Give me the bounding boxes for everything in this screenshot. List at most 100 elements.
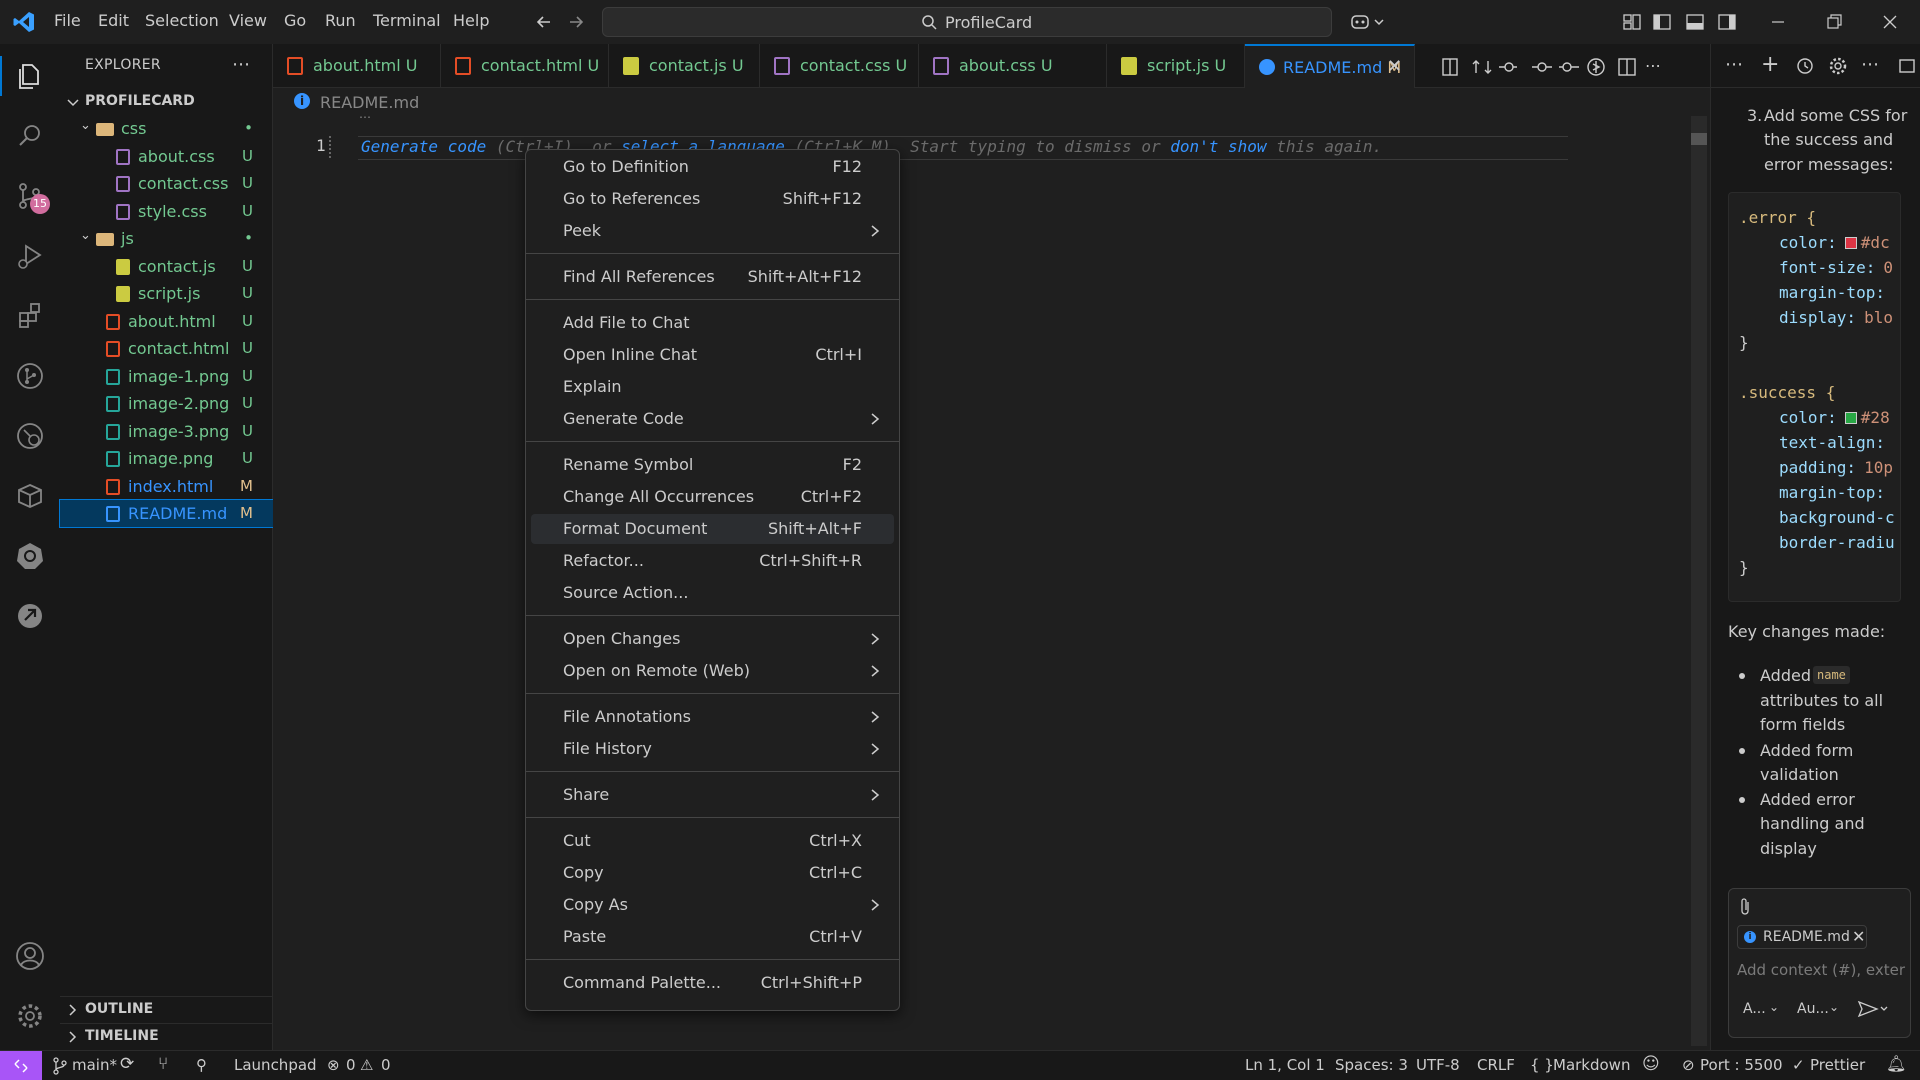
file-item[interactable]: contact.js U bbox=[60, 253, 273, 280]
context-chip[interactable]: i README.md ✕ bbox=[1737, 925, 1867, 949]
menu-item[interactable]: Open on Remote (Web) bbox=[531, 656, 894, 686]
editor-tab[interactable]: about.html U bbox=[273, 44, 441, 88]
package-icon[interactable] bbox=[14, 480, 46, 512]
menu-item[interactable]: Peek bbox=[531, 216, 894, 246]
file-item[interactable]: image.png U bbox=[60, 445, 273, 472]
notifications-bell-icon[interactable]: 🔔︎ bbox=[1886, 1054, 1906, 1073]
mode-picker[interactable]: A... bbox=[1743, 1001, 1766, 1017]
menu-item[interactable]: Source Action... bbox=[531, 578, 894, 608]
new-chat-icon[interactable]: + bbox=[1761, 52, 1779, 77]
attach-icon[interactable] bbox=[1737, 897, 1753, 917]
menu-item[interactable]: Add File to Chat bbox=[531, 308, 894, 338]
remote-explorer-icon[interactable] bbox=[14, 420, 46, 452]
file-item[interactable]: README.md M bbox=[59, 499, 274, 528]
editor-tab[interactable]: about.css U bbox=[919, 44, 1107, 88]
file-item[interactable]: about.css U bbox=[60, 143, 273, 170]
menu-item[interactable]: Go to Definition F12 bbox=[531, 152, 894, 182]
run-debug-icon[interactable] bbox=[14, 240, 46, 272]
project-root[interactable]: PROFILECARD bbox=[60, 88, 273, 115]
live-share-icon[interactable] bbox=[14, 600, 46, 632]
breadcrumb-more-icon[interactable]: ⋯ bbox=[359, 110, 371, 124]
menu-item[interactable]: Cut Ctrl+X bbox=[531, 826, 894, 856]
remote-indicator[interactable] bbox=[0, 1051, 42, 1080]
copilot-icon[interactable] bbox=[1350, 11, 1386, 33]
extensions-icon[interactable] bbox=[14, 300, 46, 332]
editor-scrollbar[interactable] bbox=[1691, 116, 1707, 1046]
editor-tab[interactable]: README.md M ✕ bbox=[1245, 44, 1415, 88]
menu-item[interactable]: Paste Ctrl+V bbox=[531, 922, 894, 952]
menu-item[interactable]: Share bbox=[531, 780, 894, 810]
file-item[interactable]: about.html U bbox=[60, 308, 273, 335]
file-item[interactable]: image-1.png U bbox=[60, 363, 273, 390]
editor-tab[interactable]: script.js U bbox=[1107, 44, 1245, 88]
remove-chip-icon[interactable]: ✕ bbox=[1852, 927, 1865, 946]
menu-item[interactable]: Explain bbox=[531, 372, 894, 402]
chat-input-box[interactable]: i README.md ✕ Add context (#), exter A..… bbox=[1728, 888, 1911, 1038]
menu-item[interactable]: Copy Ctrl+C bbox=[531, 858, 894, 888]
back-arrow-icon[interactable] bbox=[534, 12, 554, 32]
close-tab-icon[interactable]: ✕ bbox=[1387, 56, 1402, 77]
branch-name[interactable]: main* bbox=[72, 1056, 117, 1074]
folder-item[interactable]: ⌄ css • bbox=[60, 115, 273, 142]
file-item[interactable]: image-3.png U bbox=[60, 418, 273, 445]
indentation[interactable]: Spaces: 3 bbox=[1335, 1056, 1408, 1074]
history-icon[interactable] bbox=[1795, 56, 1815, 76]
chat-input-placeholder[interactable]: Add context (#), exter bbox=[1737, 961, 1905, 979]
git-graph-icon[interactable] bbox=[14, 360, 46, 392]
menu-item[interactable]: Refactor... Ctrl+Shift+R bbox=[531, 546, 894, 576]
line-ending[interactable]: CRLF bbox=[1477, 1056, 1515, 1074]
copilot-status-icon[interactable]: ☺ bbox=[1642, 1054, 1660, 1074]
chevron-down-icon[interactable]: ⌄ bbox=[1769, 1000, 1779, 1014]
search-view-icon[interactable] bbox=[14, 120, 46, 152]
model-picker[interactable]: Au... bbox=[1797, 1001, 1829, 1017]
chat-more-icon[interactable]: ⋯ bbox=[1725, 54, 1743, 75]
file-item[interactable]: index.html M bbox=[60, 473, 273, 500]
menu-terminal[interactable]: Terminal bbox=[373, 11, 441, 30]
close-window-icon[interactable] bbox=[1880, 12, 1900, 32]
kubernetes-icon[interactable] bbox=[14, 540, 46, 572]
editor-tab[interactable]: contact.html U bbox=[441, 44, 609, 88]
encoding[interactable]: UTF-8 bbox=[1416, 1056, 1460, 1074]
file-item[interactable]: script.js U bbox=[60, 280, 273, 307]
menu-item[interactable]: Open Inline Chat Ctrl+I bbox=[531, 340, 894, 370]
menu-file[interactable]: File bbox=[54, 11, 81, 30]
menu-item[interactable]: Rename Symbol F2 bbox=[531, 450, 894, 480]
more-actions-icon[interactable]: ⋯ bbox=[232, 54, 250, 75]
forward-arrow-icon[interactable] bbox=[566, 12, 586, 32]
file-item[interactable]: image-2.png U bbox=[60, 390, 273, 417]
explorer-icon[interactable] bbox=[14, 60, 46, 92]
chat-settings-icon[interactable] bbox=[1828, 56, 1848, 76]
warnings-count[interactable]: 0 bbox=[381, 1056, 391, 1074]
dont-show-link[interactable]: don't show bbox=[1170, 137, 1266, 156]
menu-item[interactable]: Format Document Shift+Alt+F bbox=[531, 514, 894, 544]
timeline-section[interactable]: TIMELINE bbox=[60, 1023, 273, 1049]
customize-layout-icon[interactable] bbox=[1622, 12, 1642, 32]
prettier-status[interactable]: Prettier bbox=[1810, 1056, 1865, 1074]
menu-selection[interactable]: Selection bbox=[145, 11, 219, 30]
menu-item[interactable]: Copy As bbox=[531, 890, 894, 920]
file-item[interactable]: contact.html U bbox=[60, 335, 273, 362]
menu-item[interactable]: Open Changes bbox=[531, 624, 894, 654]
language-mode[interactable]: Markdown bbox=[1553, 1056, 1630, 1074]
launchpad[interactable]: Launchpad bbox=[234, 1056, 317, 1074]
menu-item[interactable]: Change All Occurrences Ctrl+F2 bbox=[531, 482, 894, 512]
manage-gear-icon[interactable] bbox=[14, 1000, 46, 1032]
sync-icon[interactable]: ⟳ bbox=[120, 1054, 134, 1074]
editor-area[interactable]: i README.md ⋯ 1 Generate code (Ctrl+I), … bbox=[273, 88, 1710, 1050]
accounts-icon[interactable] bbox=[14, 940, 46, 972]
menu-item[interactable]: Command Palette... Ctrl+Shift+P bbox=[531, 968, 894, 998]
restore-icon[interactable] bbox=[1824, 12, 1844, 32]
editor-tab[interactable]: contact.js U bbox=[609, 44, 760, 88]
menu-go[interactable]: Go bbox=[284, 11, 306, 30]
git-compare-icon[interactable]: ⑂ bbox=[158, 1054, 168, 1074]
maximize-panel-icon[interactable] bbox=[1897, 56, 1917, 76]
toggle-panel-icon[interactable] bbox=[1685, 12, 1705, 32]
menu-view[interactable]: View bbox=[229, 11, 267, 30]
generate-code-link[interactable]: Generate code bbox=[361, 137, 486, 156]
file-item[interactable]: style.css U bbox=[60, 198, 273, 225]
menu-item[interactable]: Find All References Shift+Alt+F12 bbox=[531, 262, 894, 292]
menu-help[interactable]: Help bbox=[453, 11, 489, 30]
send-icon[interactable] bbox=[1857, 999, 1891, 1019]
menu-item[interactable]: Generate Code bbox=[531, 404, 894, 434]
command-center-search[interactable]: ProfileCard bbox=[602, 7, 1332, 37]
